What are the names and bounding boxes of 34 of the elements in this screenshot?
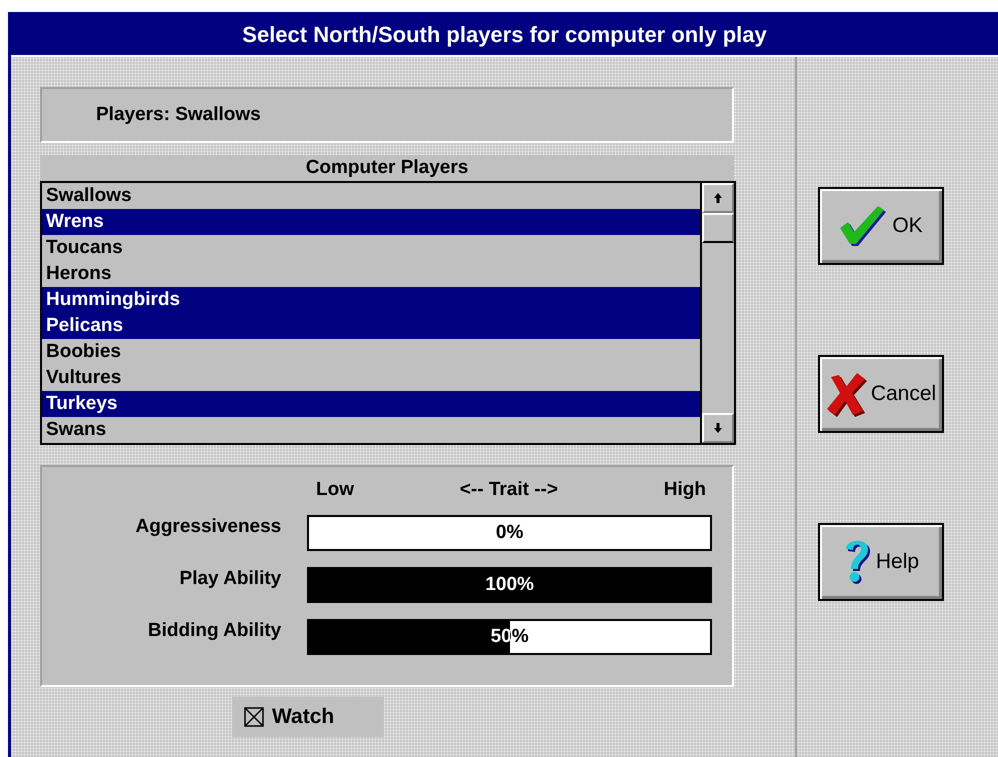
list-item[interactable]: Pelicans [42, 313, 700, 339]
scroll-up-icon[interactable] [702, 183, 734, 213]
scroll-thumb[interactable] [702, 213, 734, 243]
list-item[interactable]: Toucans [42, 235, 700, 261]
list-item[interactable]: Boobies [42, 339, 700, 365]
scrollbar[interactable] [700, 183, 734, 443]
checkmark-icon [838, 204, 888, 248]
help-button[interactable]: Help [818, 523, 944, 601]
trait-label: <-- Trait --> [460, 479, 558, 502]
list-item[interactable]: Swans [42, 417, 700, 443]
list-item[interactable]: Wrens [42, 209, 700, 235]
watch-checkbox[interactable]: Watch [232, 697, 384, 737]
trait-value: 0% [494, 521, 524, 545]
list-item[interactable]: Herons [42, 261, 700, 287]
trait-name: Play Ability [178, 568, 282, 590]
high-label: High [664, 479, 706, 502]
ok-button[interactable]: OK [818, 187, 944, 265]
window-title: Select North/South players for computer only play [11, 15, 998, 57]
low-label: Low [316, 479, 354, 502]
trait-name: Bidding Ability [146, 620, 282, 642]
trait-bar[interactable]: 100% [307, 567, 712, 603]
list-title: Computer Players [40, 155, 734, 181]
list-item[interactable]: Hummingbirds [42, 287, 700, 313]
cross-icon [824, 371, 867, 417]
players-label: Players: Swallows [96, 104, 261, 126]
cancel-button[interactable]: Cancel [818, 355, 944, 433]
trait-bar[interactable]: 0% [307, 515, 712, 551]
list-item[interactable]: Vultures [42, 365, 700, 391]
trait-name: Aggressiveness [134, 516, 282, 538]
list-item[interactable]: Turkeys [42, 391, 700, 417]
list-item[interactable]: Swallows [42, 183, 700, 209]
scroll-down-icon[interactable] [702, 413, 734, 443]
checkbox-icon[interactable] [244, 707, 264, 727]
trait-value: 100% [484, 573, 535, 597]
